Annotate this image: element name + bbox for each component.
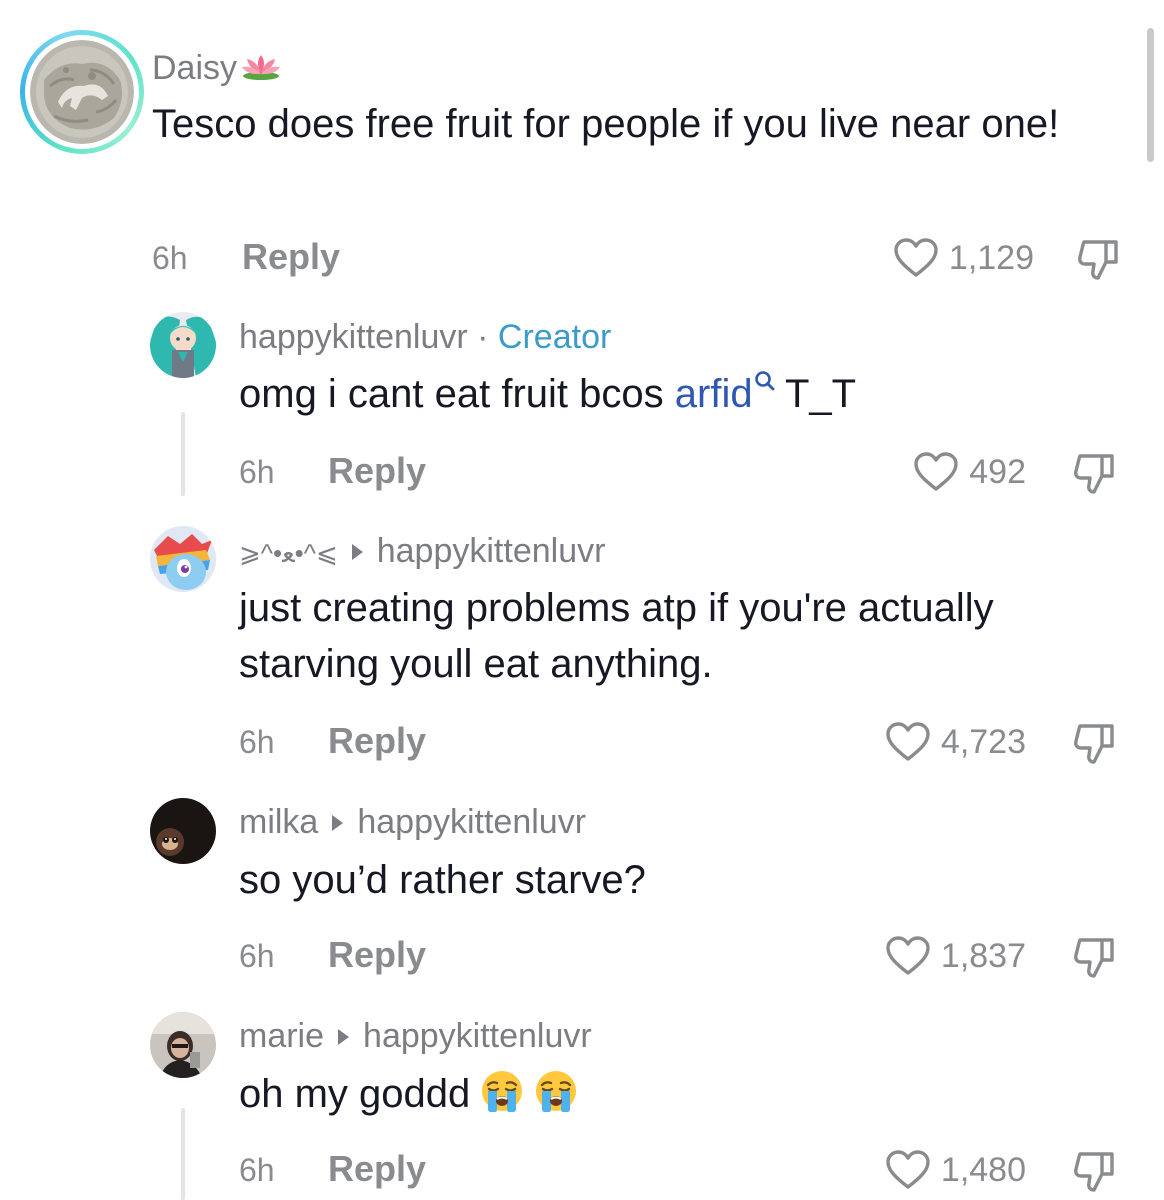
like-button[interactable]: 1,129 — [893, 236, 1034, 280]
like-button[interactable]: 4,723 — [885, 720, 1026, 764]
reply-button[interactable]: Reply — [328, 451, 426, 491]
avatar[interactable] — [150, 312, 216, 378]
username[interactable]: happykittenluvr — [239, 318, 468, 356]
dislike-icon[interactable] — [1072, 450, 1118, 496]
comment-text-part: oh my goddd — [239, 1072, 471, 1116]
comment-text: oh my goddd — [239, 1066, 1119, 1122]
heart-icon — [914, 452, 958, 491]
username[interactable]: milka — [239, 803, 318, 841]
reply-button[interactable]: Reply — [328, 935, 426, 975]
reply-button[interactable]: Reply — [328, 1149, 426, 1189]
reply-arrow-icon — [351, 544, 363, 561]
like-count: 4,723 — [940, 723, 1026, 761]
comment-time: 6h — [239, 1152, 275, 1188]
search-icon[interactable] — [753, 370, 775, 394]
username[interactable]: Daisy — [152, 49, 237, 87]
username[interactable]: ⩾^•ﻌ•^⩽ — [239, 538, 338, 568]
like-count: 1,129 — [948, 239, 1034, 277]
separator: · — [477, 318, 489, 356]
reply-button[interactable]: Reply — [328, 721, 426, 761]
comment-text: omg i cant eat fruit bcos arfid T_T — [239, 366, 1119, 422]
thread-line — [181, 1108, 185, 1200]
avatar[interactable] — [150, 798, 216, 864]
avatar[interactable] — [150, 1012, 216, 1078]
comment-text-part: T_T — [774, 372, 857, 416]
avatar[interactable] — [150, 526, 216, 592]
loudly-crying-face-icon — [536, 1071, 577, 1112]
like-count: 1,480 — [940, 1151, 1026, 1189]
creator-badge: Creator — [497, 318, 612, 356]
avatar[interactable] — [30, 40, 134, 144]
comment-time: 6h — [239, 454, 275, 490]
search-link[interactable]: arfid — [675, 372, 753, 416]
comment-time: 6h — [152, 240, 188, 276]
reply-arrow-icon — [338, 1029, 350, 1046]
heart-icon — [886, 936, 930, 975]
like-count: 492 — [969, 453, 1026, 491]
dislike-icon[interactable] — [1072, 720, 1118, 766]
reply-arrow-icon — [332, 815, 344, 832]
comment-text: just creating problems atp if you're act… — [239, 586, 994, 686]
reply-to-username[interactable]: happykittenluvr — [377, 532, 606, 570]
like-button[interactable]: 492 — [913, 450, 1026, 494]
dislike-icon[interactable] — [1076, 236, 1122, 282]
scrollbar[interactable] — [1147, 28, 1154, 162]
comment-header: happykittenluvr · Creator — [239, 317, 611, 357]
lotus-icon — [242, 55, 281, 80]
heart-icon — [894, 238, 938, 277]
like-button[interactable]: 1,480 — [885, 1148, 1026, 1192]
heart-icon — [886, 1150, 930, 1189]
dislike-icon[interactable] — [1072, 934, 1118, 980]
loudly-crying-face-icon — [482, 1071, 523, 1112]
comment-text: Tesco does free fruit for people if you … — [152, 102, 1060, 146]
reply-to-username[interactable]: happykittenluvr — [363, 1017, 592, 1055]
comment-header: ⩾^•ﻌ•^⩽ happykittenluvr — [239, 531, 605, 573]
comment-header: Daisy — [152, 48, 283, 88]
like-count: 1,837 — [940, 937, 1026, 975]
username[interactable]: marie — [239, 1017, 324, 1055]
heart-icon — [886, 722, 930, 761]
comment-header: marie happykittenluvr — [239, 1016, 592, 1056]
reply-button[interactable]: Reply — [242, 237, 340, 277]
comment-time: 6h — [239, 724, 275, 760]
comment-text: so you’d rather starve? — [239, 858, 646, 902]
comment-text-part: omg i cant eat fruit bcos — [239, 372, 675, 416]
thread-line — [181, 412, 185, 496]
comment-header: milka happykittenluvr — [239, 802, 586, 842]
dislike-icon[interactable] — [1072, 1148, 1118, 1194]
reply-to-username[interactable]: happykittenluvr — [357, 803, 586, 841]
comment-time: 6h — [239, 938, 275, 974]
like-button[interactable]: 1,837 — [885, 934, 1026, 978]
